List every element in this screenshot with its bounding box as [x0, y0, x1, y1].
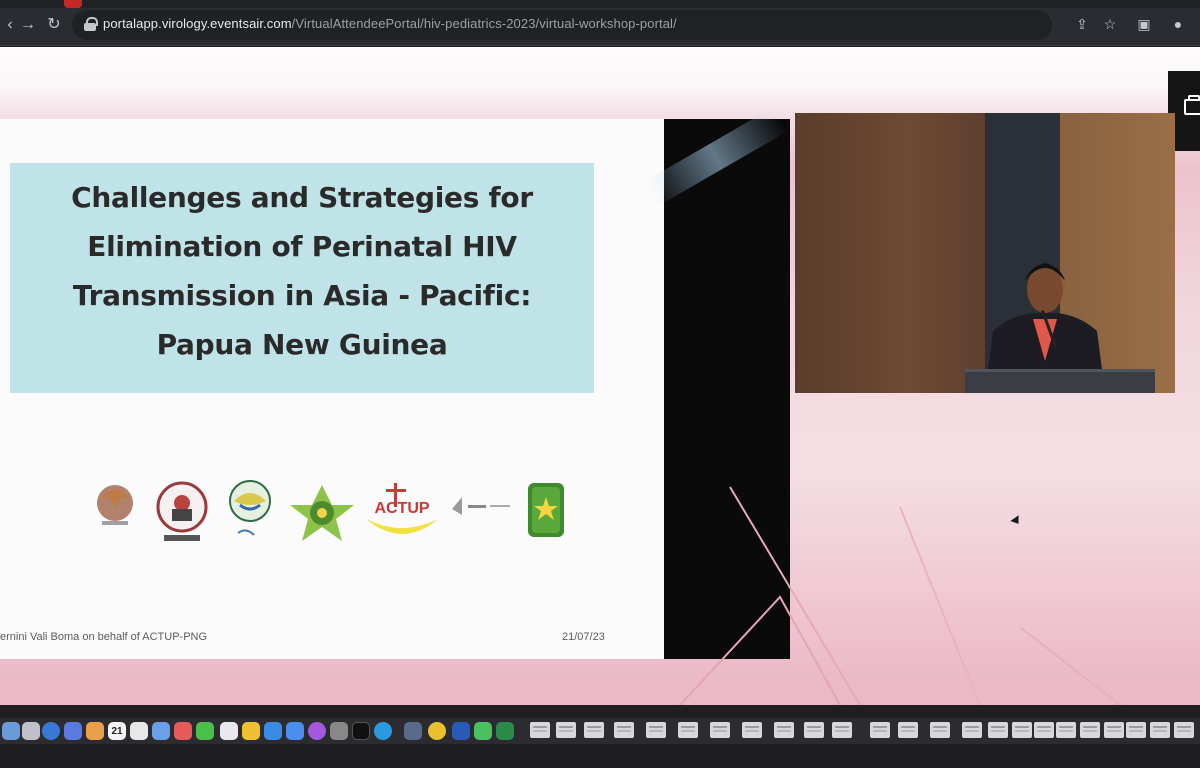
shield-logo: [528, 483, 564, 537]
profile-icon[interactable]: ●: [1168, 14, 1188, 34]
speaker-video[interactable]: [795, 113, 1175, 393]
dock-window-thumb[interactable]: [678, 722, 698, 738]
facetime-icon[interactable]: [174, 722, 192, 740]
news-icon[interactable]: [220, 722, 238, 740]
dock-window-thumb[interactable]: [930, 722, 950, 738]
dock-window-thumb[interactable]: [774, 722, 794, 738]
messages-icon[interactable]: [196, 722, 214, 740]
small-org-logo: [452, 497, 510, 515]
dove-logo: [229, 480, 271, 536]
dock-window-thumb[interactable]: [1150, 722, 1170, 738]
mail-icon[interactable]: [64, 722, 82, 740]
slide-title-line: Papua New Guinea: [156, 328, 448, 361]
actup-logo-text: ACTUP: [374, 500, 429, 517]
dock-window-thumb[interactable]: [898, 722, 918, 738]
slide-date: 21/07/23: [562, 631, 605, 643]
calendar-icon[interactable]: 21: [108, 722, 126, 740]
dock-window-thumb[interactable]: [1174, 722, 1194, 738]
settings-icon[interactable]: [330, 722, 348, 740]
safari-icon[interactable]: [42, 722, 60, 740]
presenter-credit: ernini Vali Boma on behalf of ACTUP-PNG: [0, 631, 208, 643]
forward-icon[interactable]: →: [18, 15, 38, 35]
dock-window-thumb[interactable]: [988, 722, 1008, 738]
dock-window-thumb[interactable]: [710, 722, 730, 738]
podium: [965, 369, 1155, 393]
share-icon[interactable]: ⇪: [1072, 14, 1092, 34]
dock-window-thumb[interactable]: [556, 722, 576, 738]
slide-title-line: Challenges and Strategies for: [71, 181, 533, 214]
dock-window-thumb[interactable]: [614, 722, 634, 738]
notes-icon[interactable]: [242, 722, 260, 740]
browser-toolbar: ‹ → ↻ portalapp.virology.eventsair.com/V…: [0, 0, 1200, 46]
dock-window-thumb[interactable]: [1012, 722, 1032, 738]
presentation-slide: Challenges and Strategies for Eliminatio…: [0, 119, 672, 659]
slide-title: Challenges and Strategies for Eliminatio…: [10, 173, 594, 369]
skype-icon[interactable]: [374, 722, 392, 740]
dock-window-thumb[interactable]: [1126, 722, 1146, 738]
reminders-icon[interactable]: [130, 722, 148, 740]
back-icon[interactable]: ‹: [0, 15, 20, 35]
photos-icon[interactable]: [152, 722, 170, 740]
launchpad-icon[interactable]: [22, 722, 40, 740]
url-text[interactable]: portalapp.virology.eventsair.com/Virtual…: [103, 16, 677, 31]
briefcase-icon[interactable]: [1184, 95, 1200, 115]
actup-logo: ACTUP: [366, 483, 438, 534]
dock-window-thumb[interactable]: [646, 722, 666, 738]
dock-window-thumb[interactable]: [870, 722, 890, 738]
app-store-icon[interactable]: [264, 722, 282, 740]
slide-title-line: Transmission in Asia - Pacific:: [72, 279, 532, 312]
dock-window-thumb[interactable]: [1080, 722, 1100, 738]
chrome-icon[interactable]: [428, 722, 446, 740]
url-domain: portalapp.virology.eventsair.com: [103, 16, 292, 31]
png-emblem-logo: [97, 485, 133, 525]
seal-logo: [156, 481, 208, 541]
dock-window-thumb[interactable]: [962, 722, 982, 738]
dock-window-thumb[interactable]: [1056, 722, 1076, 738]
dock-window-thumb[interactable]: [832, 722, 852, 738]
word-icon[interactable]: [452, 722, 470, 740]
virtual-workshop-page: Challenges and Strategies for Eliminatio…: [0, 47, 1200, 705]
appstore-alt-icon[interactable]: [286, 722, 304, 740]
dock-window-thumb[interactable]: [530, 722, 550, 738]
dock-window-thumb[interactable]: [742, 722, 762, 738]
dock-window-thumb[interactable]: [1104, 722, 1124, 738]
finder-icon[interactable]: [2, 722, 20, 740]
slide-title-line: Elimination of Perinatal HIV: [87, 230, 517, 263]
reload-icon[interactable]: ↻: [44, 15, 64, 35]
screen-share-icon[interactable]: [404, 722, 422, 740]
background-pattern: [679, 486, 1121, 705]
podcasts-icon[interactable]: [308, 722, 326, 740]
partner-logos: ACTUP: [80, 479, 600, 549]
extension-icon[interactable]: ▣: [1134, 14, 1154, 34]
star-icon[interactable]: ☆: [1100, 14, 1120, 34]
wood-wall-left: [795, 113, 985, 393]
whatsapp-icon[interactable]: [474, 722, 492, 740]
tab-strip: [0, 0, 1200, 8]
contacts-icon[interactable]: [86, 722, 104, 740]
dock-window-thumb[interactable]: [584, 722, 604, 738]
dock-window-thumb[interactable]: [804, 722, 824, 738]
excel-icon[interactable]: [496, 722, 514, 740]
apple-tv-icon[interactable]: [352, 722, 370, 740]
active-tab-favicon[interactable]: [64, 0, 82, 8]
url-path: /VirtualAttendeePortal/hiv-pediatrics-20…: [291, 16, 677, 31]
lock-icon[interactable]: [84, 17, 98, 31]
dock-window-thumb[interactable]: [1034, 722, 1054, 738]
green-star-logo: [290, 485, 354, 541]
